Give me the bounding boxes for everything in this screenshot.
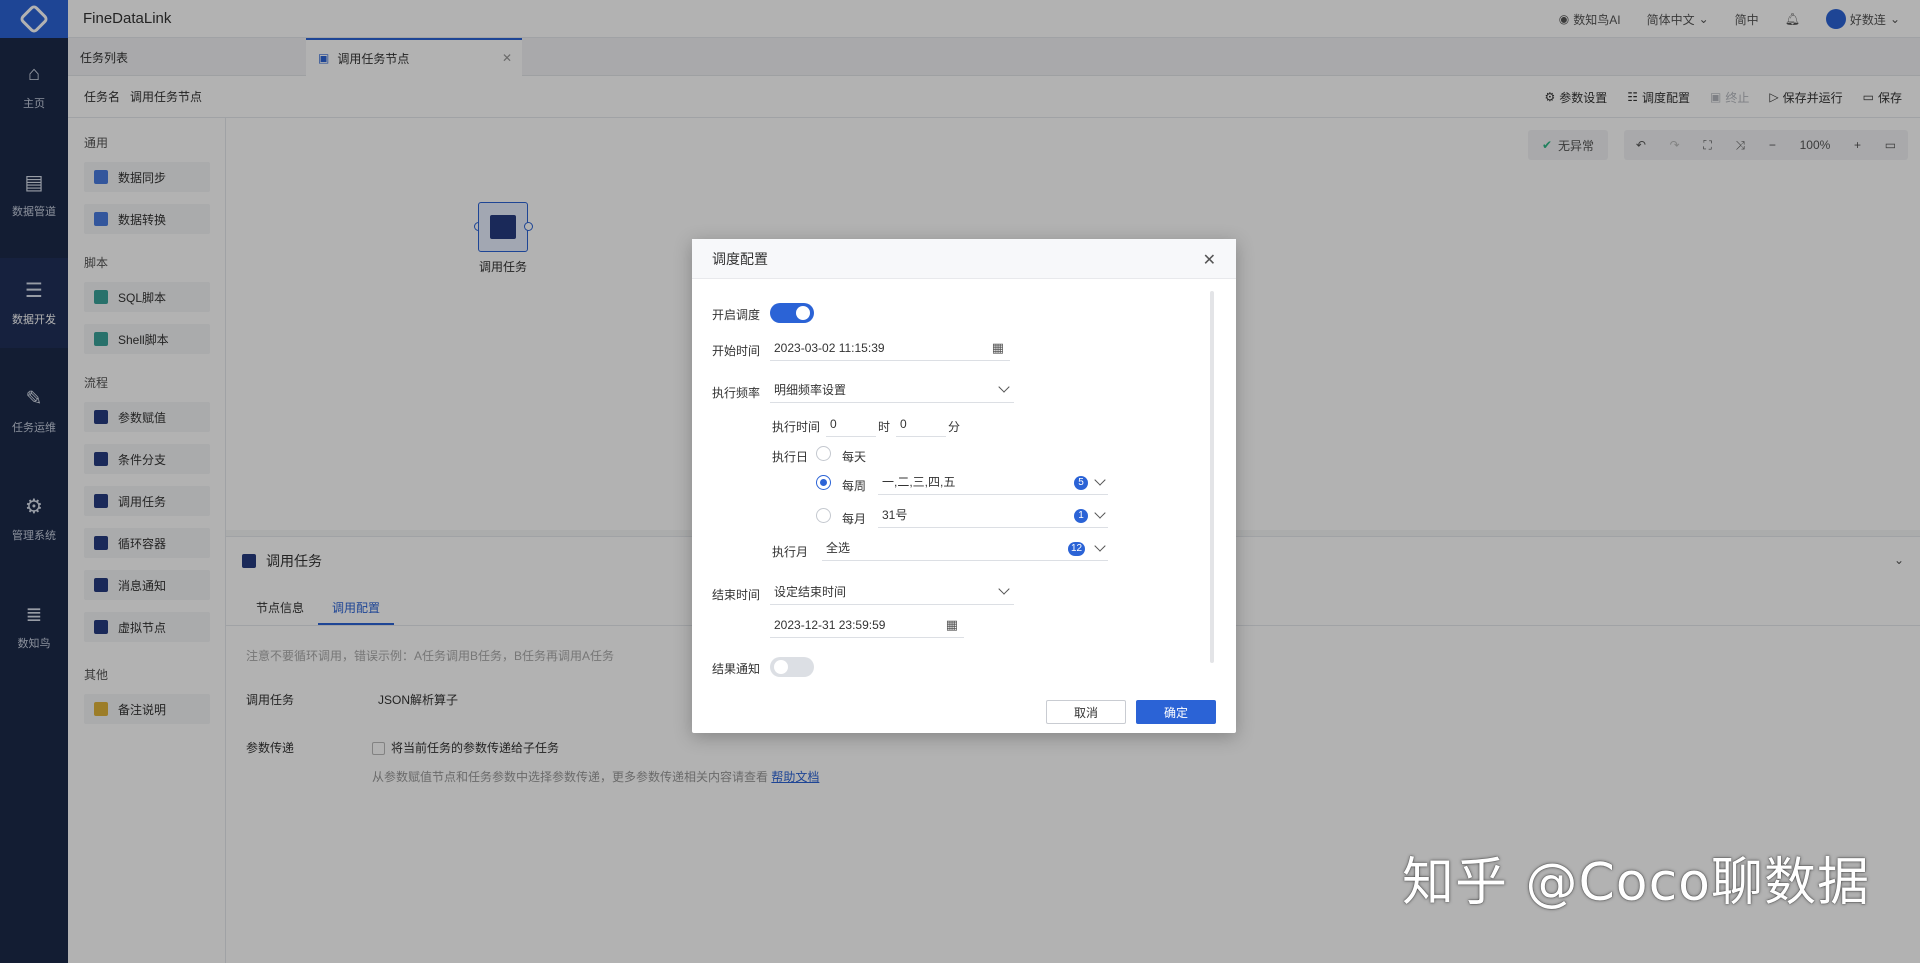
enable-toggle[interactable]	[770, 303, 814, 323]
schedule-dialog: 调度配置 ✕ 开启调度 开始时间 2023-03-02 11:15:39 ▦ 执行…	[692, 239, 1236, 733]
watermark: 知乎 @Coco聊数据	[1401, 853, 1870, 913]
start-time-value: 2023-03-02 11:15:39	[774, 340, 885, 355]
hour-value: 0	[830, 416, 837, 431]
weekly-label: 每周	[842, 479, 867, 493]
minute-unit: 分	[948, 420, 961, 434]
exec-month-label: 执行月	[772, 545, 809, 559]
minute-value: 0	[900, 416, 907, 431]
scrollbar[interactable]	[1210, 291, 1214, 663]
end-mode-select[interactable]: 设定结束时间	[770, 579, 1014, 605]
weekly-value: 一,二,三,四,五	[882, 475, 956, 489]
minute-input[interactable]: 0	[896, 411, 946, 437]
notify-label: 结果通知	[712, 662, 761, 676]
dialog-header: 调度配置	[692, 239, 1236, 279]
cancel-button[interactable]: 取消	[1046, 700, 1126, 724]
radio-monthly[interactable]	[816, 508, 831, 523]
freq-select[interactable]: 明细频率设置	[770, 377, 1014, 403]
freq-label: 执行频率	[712, 386, 761, 400]
toggle-knob	[796, 306, 810, 320]
monthly-count-badge: 1	[1074, 509, 1088, 523]
chevron-down-icon	[998, 381, 1010, 393]
freq-value: 明细频率设置	[774, 383, 847, 397]
end-time-label: 结束时间	[712, 588, 761, 602]
month-count-badge: 12	[1068, 542, 1086, 556]
exec-time-label: 执行时间	[772, 420, 821, 434]
chevron-down-icon	[998, 583, 1010, 595]
weekly-count-badge: 5	[1074, 476, 1088, 490]
radio-weekly[interactable]	[816, 475, 831, 490]
start-time-label: 开始时间	[712, 344, 761, 358]
calendar-icon[interactable]: ▦	[946, 617, 958, 633]
hour-unit: 时	[878, 420, 891, 434]
monthly-value: 31号	[882, 508, 908, 522]
month-select[interactable]: 全选	[822, 535, 1108, 561]
hour-input[interactable]: 0	[826, 411, 876, 437]
close-icon[interactable]: ✕	[1203, 250, 1216, 270]
daily-label: 每天	[842, 450, 867, 464]
end-mode-value: 设定结束时间	[774, 585, 847, 599]
calendar-icon[interactable]: ▦	[992, 340, 1004, 356]
start-time-input[interactable]: 2023-03-02 11:15:39 ▦	[770, 335, 1010, 361]
exec-day-label: 执行日	[772, 450, 809, 464]
ok-button[interactable]: 确定	[1136, 700, 1216, 724]
month-value: 全选	[826, 541, 851, 555]
monthly-label: 每月	[842, 512, 867, 526]
radio-daily[interactable]	[816, 446, 831, 461]
notify-toggle[interactable]	[770, 657, 814, 677]
toggle-knob	[774, 660, 788, 674]
enable-label: 开启调度	[712, 308, 761, 322]
end-time-input[interactable]: 2023-12-31 23:59:59 ▦	[770, 612, 964, 638]
end-time-value: 2023-12-31 23:59:59	[774, 617, 886, 632]
dialog-title: 调度配置	[712, 250, 768, 267]
